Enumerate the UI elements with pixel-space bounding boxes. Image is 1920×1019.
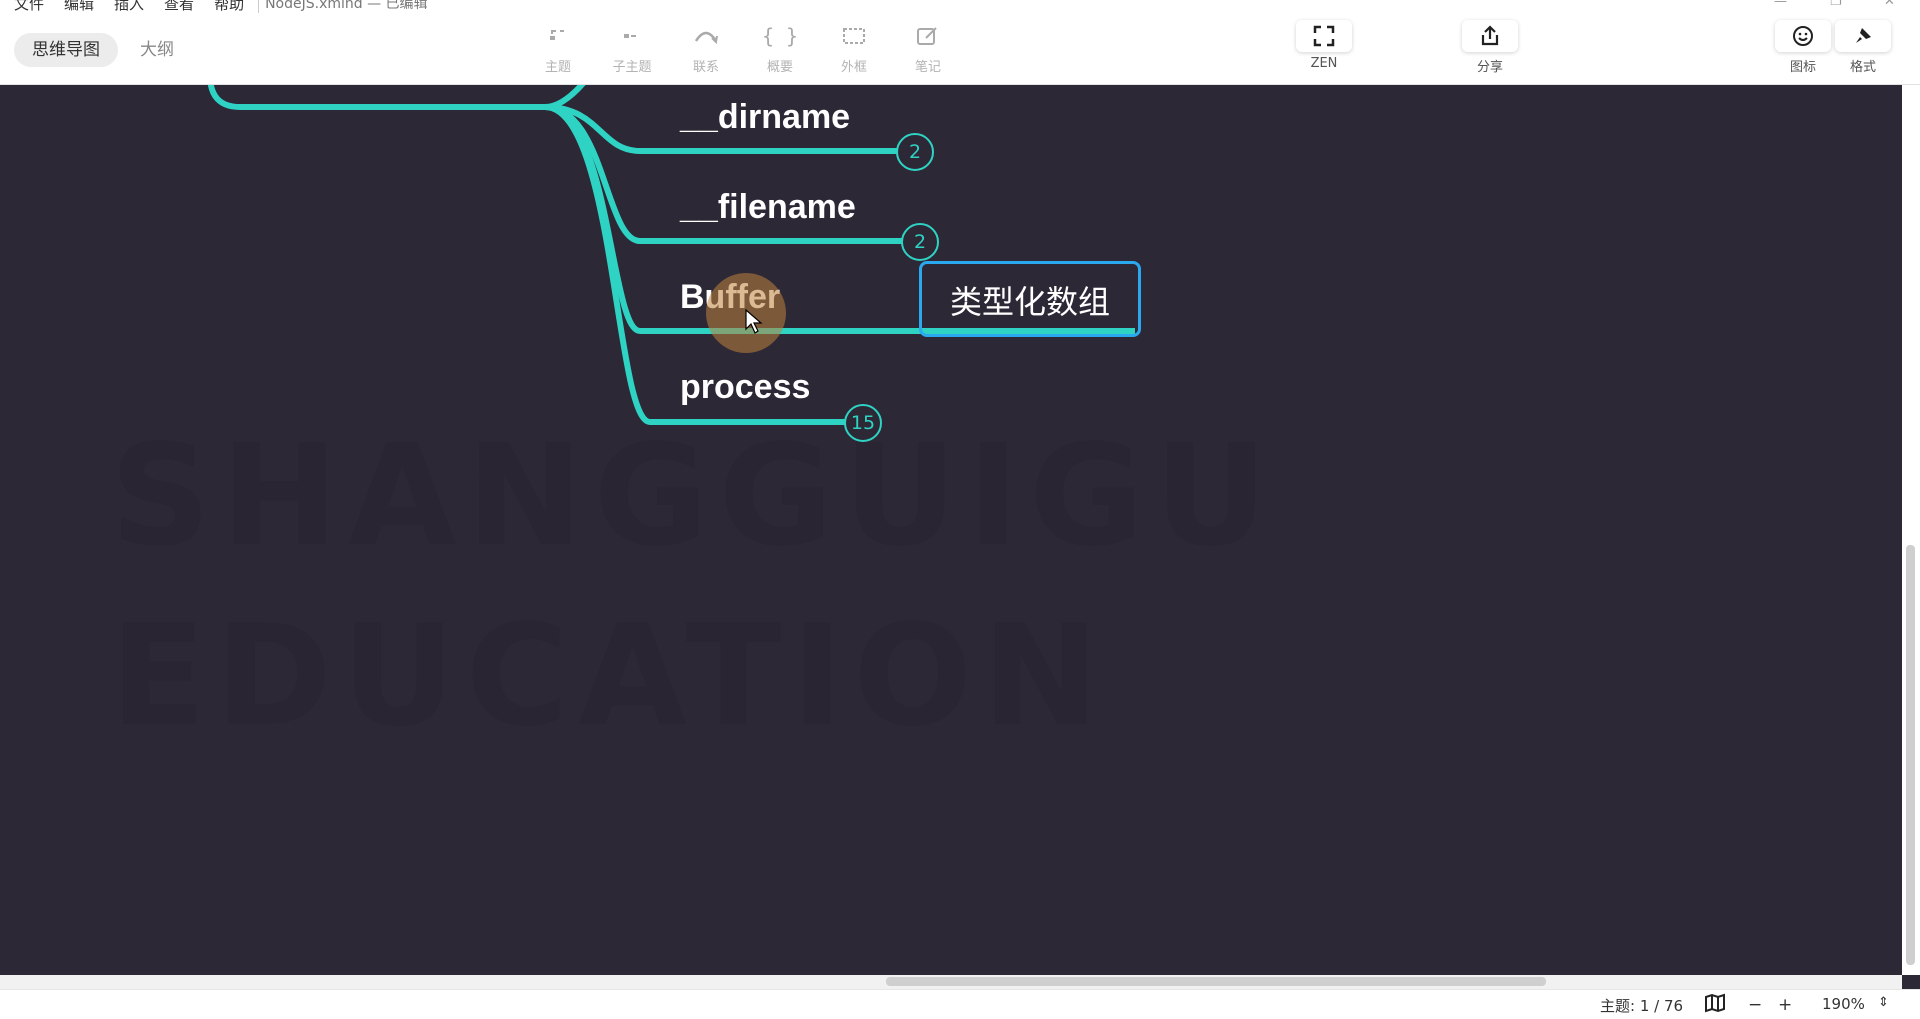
format-label: 格式	[1849, 60, 1876, 75]
mouse-cursor-icon	[745, 309, 763, 334]
tab-outline[interactable]: 大纲	[122, 33, 192, 67]
zoom-level: 190%	[1822, 995, 1865, 1013]
subtopic-label: 子主题	[612, 60, 652, 75]
icons-label: 图标	[1789, 60, 1816, 75]
menu-insert[interactable]: 插入	[114, 0, 144, 14]
menu-help[interactable]: 帮助	[214, 0, 244, 14]
relationship-label: 联系	[692, 60, 719, 75]
zoom-stepper-icon[interactable]: ⇕	[1878, 995, 1889, 1010]
vertical-scrollbar[interactable]	[1902, 85, 1920, 975]
topic-process[interactable]: process	[680, 367, 810, 407]
format-button[interactable]: 格式	[1833, 20, 1893, 78]
vertical-scroll-thumb[interactable]	[1906, 545, 1915, 965]
minimize-icon[interactable]: —	[1774, 0, 1787, 9]
right-panel-tools: 图标 格式	[1773, 20, 1893, 78]
close-icon[interactable]: ✕	[1884, 0, 1895, 9]
boundary-icon	[843, 28, 865, 44]
brush-icon	[1856, 28, 1871, 43]
menu-edit[interactable]: 编辑	[64, 0, 94, 14]
subtopic-button[interactable]: 子主题	[602, 20, 662, 78]
view-tabs: 思维导图 大纲	[14, 33, 196, 67]
zen-button[interactable]: ZEN	[1294, 20, 1354, 78]
notes-label: 笔记	[914, 60, 941, 75]
share-label: 分享	[1476, 60, 1503, 75]
zoom-in-button[interactable]: +	[1778, 995, 1792, 1015]
collapsed-count-badge[interactable]: 2	[896, 133, 934, 171]
topic-dirname[interactable]: __dirname	[680, 97, 850, 137]
horizontal-scroll-thumb[interactable]	[886, 977, 1546, 986]
menu-bar: 文件 编辑 插入 查看 帮助 NodeJS.xmind — 已编辑	[0, 0, 428, 14]
smiley-icon	[1793, 26, 1813, 46]
topic-filename[interactable]: __filename	[680, 187, 856, 227]
horizontal-scrollbar[interactable]	[0, 975, 1902, 989]
relationship-icon	[694, 31, 718, 45]
zoom-out-button[interactable]: −	[1748, 995, 1762, 1015]
summary-label: 概要	[766, 60, 793, 75]
collapsed-count-badge[interactable]: 15	[844, 404, 882, 442]
topic-label: 主题	[544, 60, 571, 75]
notes-icon	[917, 27, 937, 45]
menu-view[interactable]: 查看	[164, 0, 194, 14]
tab-mindmap[interactable]: 思维导图	[14, 33, 118, 67]
boundary-button[interactable]: 外框	[824, 20, 884, 78]
collapsed-count-badge[interactable]: 2	[901, 223, 939, 261]
fullscreen-icon	[1313, 25, 1335, 47]
share-icon	[1481, 25, 1499, 46]
restore-icon[interactable]: ❐	[1830, 0, 1842, 9]
floating-topic-selected[interactable]: 类型化数组	[919, 261, 1141, 337]
topic-icon	[550, 30, 564, 40]
map-view-icon[interactable]	[1704, 993, 1726, 1017]
notes-button[interactable]: 笔记	[898, 20, 958, 78]
topic-count: 主题: 1 / 76	[1600, 997, 1684, 1015]
share-button[interactable]: 分享	[1460, 20, 1520, 78]
zen-label: ZEN	[1310, 56, 1338, 71]
top-toolbar: 文件 编辑 插入 查看 帮助 NodeJS.xmind — 已编辑 — ❐ ✕ …	[0, 0, 1920, 85]
subtopic-icon	[624, 34, 636, 38]
mindmap-canvas[interactable]: SHANGGUIGU EDUCATION __dirname 2 __filen…	[0, 85, 1902, 975]
status-bar: 主题: 1 / 76 − + 190% ⇕	[0, 989, 1920, 1019]
summary-button[interactable]: { } 概要	[750, 20, 810, 78]
summary-icon: { }	[761, 24, 799, 48]
relationship-button[interactable]: 联系	[676, 20, 736, 78]
window-title: NodeJS.xmind — 已编辑	[258, 0, 428, 13]
branch-lines	[207, 85, 1135, 425]
boundary-label: 外框	[840, 60, 867, 75]
topic-button[interactable]: 主题	[528, 20, 588, 78]
menu-file[interactable]: 文件	[14, 0, 44, 14]
icons-button[interactable]: 图标	[1773, 20, 1833, 78]
